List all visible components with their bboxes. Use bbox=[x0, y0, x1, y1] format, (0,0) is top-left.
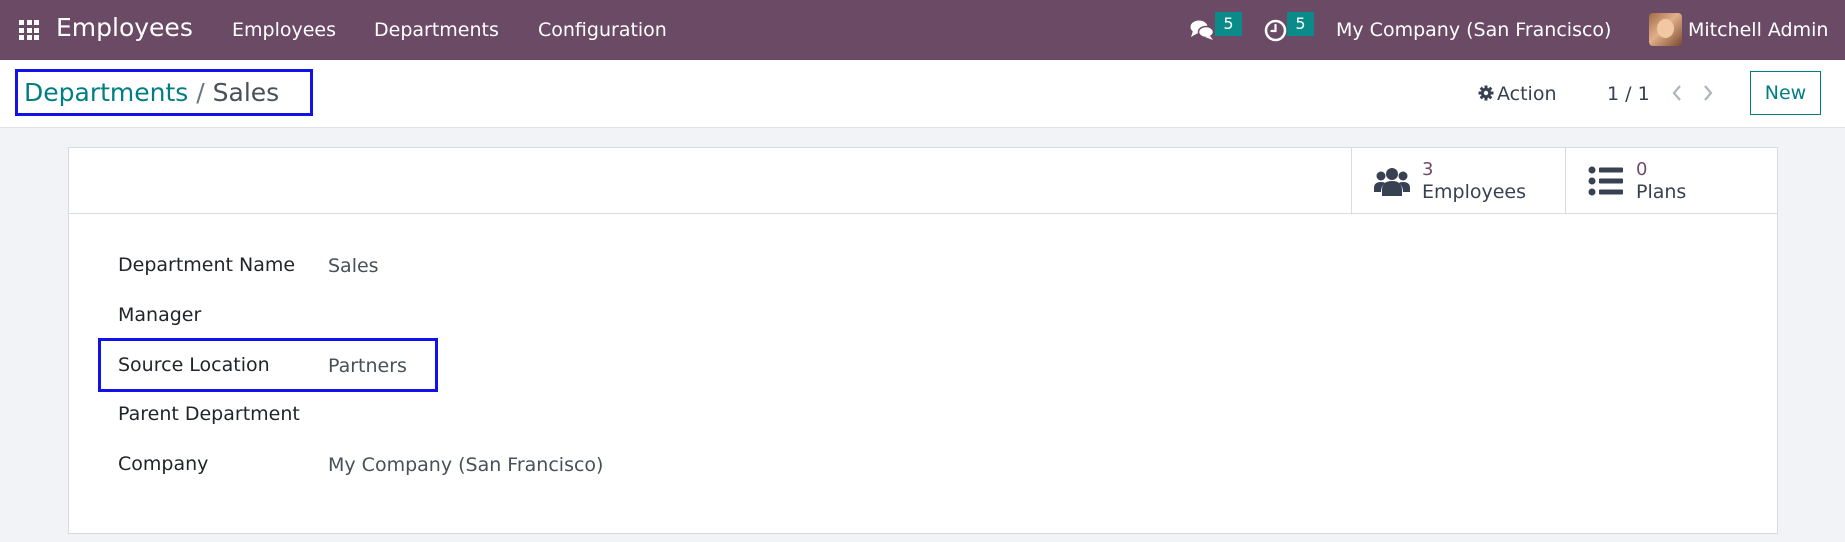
plans-smart-button[interactable]: 0 Plans bbox=[1565, 148, 1777, 214]
messages-badge[interactable]: 5 bbox=[1215, 12, 1242, 36]
employees-smart-label: Employees bbox=[1422, 181, 1526, 203]
control-panel: Departments / Sales Action 1 / 1 New bbox=[0, 60, 1845, 128]
list-icon bbox=[1588, 166, 1623, 196]
menu-configuration[interactable]: Configuration bbox=[538, 19, 667, 41]
plans-count: 0 bbox=[1636, 159, 1648, 180]
source-location-highlight-box bbox=[98, 338, 438, 392]
manager-label: Manager bbox=[118, 304, 202, 326]
top-navbar: Employees Employees Departments Configur… bbox=[0, 0, 1845, 60]
plans-smart-label: Plans bbox=[1636, 181, 1687, 203]
menu-employees[interactable]: Employees bbox=[232, 19, 336, 41]
parent-department-label: Parent Department bbox=[118, 403, 300, 425]
form-sheet: 3 Employees 0 Plans Department Name Sale… bbox=[68, 147, 1778, 534]
clock-icon[interactable] bbox=[1264, 19, 1287, 42]
chevron-right-icon[interactable] bbox=[1700, 82, 1716, 104]
company-field[interactable]: My Company (San Francisco) bbox=[328, 454, 603, 476]
employees-smart-button[interactable]: 3 Employees bbox=[1351, 148, 1565, 214]
employees-count: 3 bbox=[1422, 159, 1434, 180]
new-button[interactable]: New bbox=[1750, 71, 1821, 115]
company-switcher[interactable]: My Company (San Francisco) bbox=[1336, 19, 1611, 41]
app-title[interactable]: Employees bbox=[56, 13, 193, 42]
menu-departments[interactable]: Departments bbox=[374, 19, 499, 41]
activities-badge[interactable]: 5 bbox=[1287, 12, 1314, 36]
users-icon bbox=[1374, 168, 1410, 196]
gear-icon bbox=[1478, 85, 1494, 101]
action-label: Action bbox=[1497, 83, 1557, 105]
department-name-field[interactable]: Sales bbox=[328, 255, 379, 277]
chevron-left-icon[interactable] bbox=[1669, 82, 1685, 104]
company-label: Company bbox=[118, 453, 209, 475]
user-menu[interactable]: Mitchell Admin bbox=[1688, 19, 1828, 41]
breadcrumb-highlight-box bbox=[15, 69, 313, 116]
app-menu-grid-icon[interactable] bbox=[19, 20, 39, 40]
pager-value[interactable]: 1 / 1 bbox=[1607, 83, 1650, 105]
avatar[interactable] bbox=[1649, 13, 1682, 46]
chat-icon[interactable] bbox=[1190, 19, 1214, 41]
department-name-label: Department Name bbox=[118, 254, 296, 276]
action-menu-button[interactable]: Action bbox=[1478, 83, 1557, 105]
